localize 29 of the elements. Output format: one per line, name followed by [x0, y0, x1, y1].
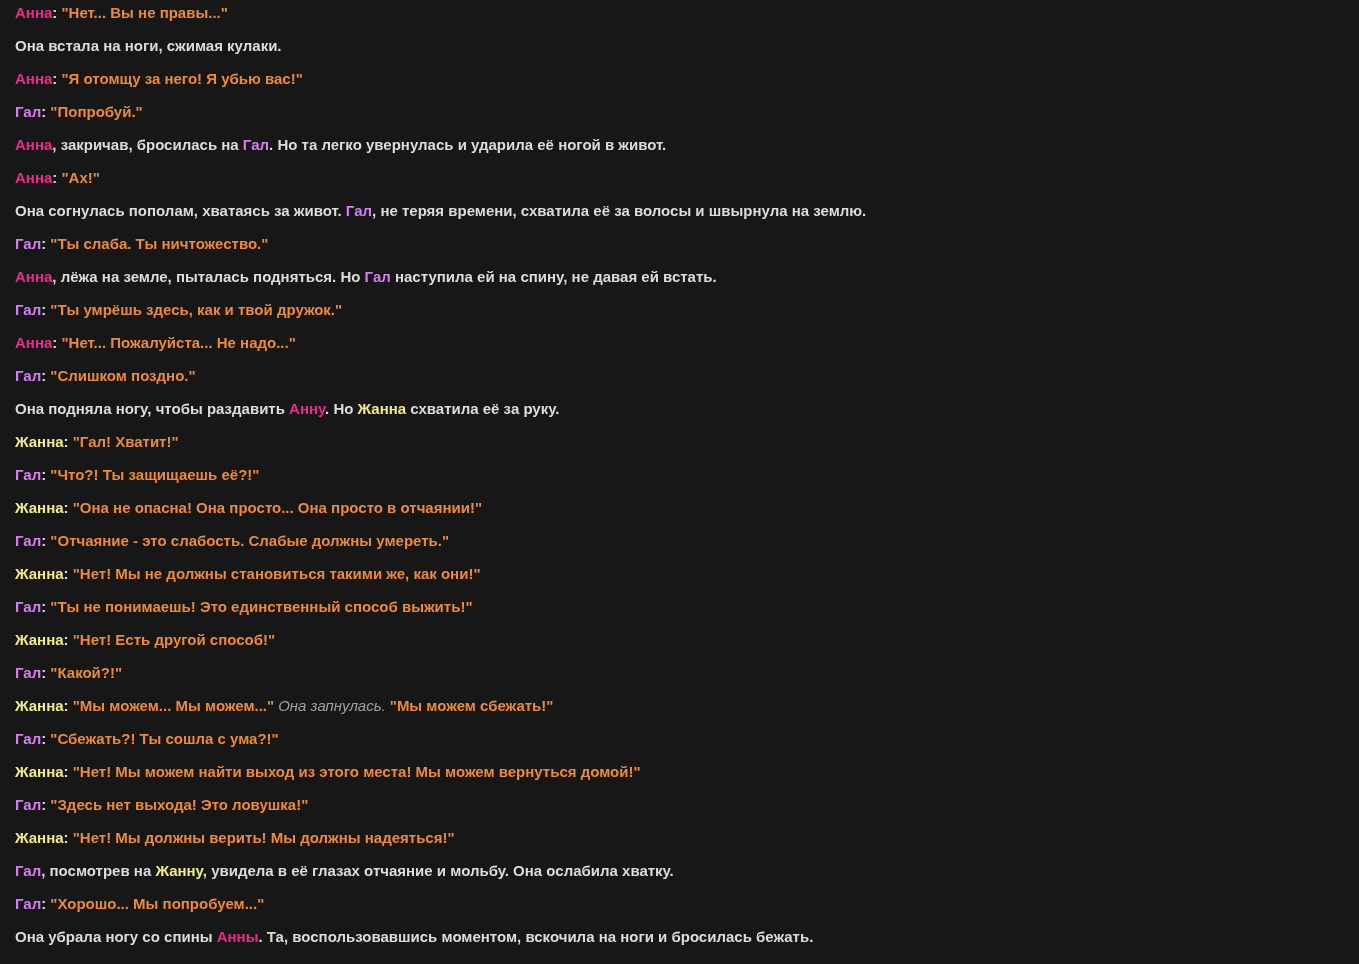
chat-line: Жанна: "Гал! Хватит!"	[15, 432, 180, 451]
chat-line: Гал: "Сбежать?! Ты сошла с ума?!"	[15, 729, 280, 748]
chat-line: Гал: "Отчаяние - это слабость. Слабые должны умереть."	[15, 531, 451, 550]
chat-line: Гал: "Попробуй."	[15, 102, 144, 121]
chat-line: Анна: "Ах!"	[15, 168, 101, 187]
chat-line: Жанна: "Она не опасна! Она просто... Она просто в отчаянии!"	[15, 498, 484, 517]
chat-line: Жанна: "Нет! Есть другой способ!"	[15, 630, 277, 649]
chat-line: Анна: "Нет... Пожалуйста... Не надо..."	[15, 333, 297, 352]
chat-line: Гал: "Хорошо... Мы попробуем..."	[15, 894, 266, 913]
chat-line: Анна: "Я отомщу за него! Я убью вас!"	[15, 69, 304, 88]
chat-line: Гал, посмотрев на Жанну, увидела в её глазах отчаяние и мольбу. Она ослабила хватку.	[15, 861, 675, 880]
chat-line: Анна, закричав, бросилась на Гал. Но та легко увернулась и ударила её ногой в живот.	[15, 135, 668, 154]
chat-line: Гал: "Что?! Ты защищаешь её?!"	[15, 465, 261, 484]
chat-line: Она согнулась пополам, хватаясь за живот. Гал, не теряя времени, схватила её за волосы и швырнула на землю.	[15, 201, 868, 220]
chat-line: Жанна: "Мы можем... Мы можем..." Она запнулась. "Мы можем сбежать!"	[15, 696, 555, 715]
chat-line: Она встала на ноги, сжимая кулаки.	[15, 36, 283, 55]
chat-line: Гал: "Ты слаба. Ты ничтожество."	[15, 234, 270, 253]
chat-line: Жанна: "Нет! Мы не должны становиться такими же, как они!"	[15, 564, 482, 583]
chat-line: Гал: "Слишком поздно."	[15, 366, 197, 385]
chat-line: Жанна: "Нет! Мы должны верить! Мы должны надеяться!"	[15, 828, 456, 847]
chat-line: Жанна: "Нет! Мы можем найти выход из этого места! Мы можем вернуться домой!"	[15, 762, 642, 781]
chat-line: Она убрала ногу со спины Анны. Та, воспользовавшись моментом, вскочила на ноги и бросилась бежать.	[15, 927, 815, 946]
chat-line: Она подняла ногу, чтобы раздавить Анну. Но Жанна схватила её за руку.	[15, 399, 561, 418]
chat-line: Анна: "Нет... Вы не правы..."	[15, 3, 229, 22]
chat-line: Гал: "Здесь нет выхода! Это ловушка!"	[15, 795, 310, 814]
chat-line: Анна, лёжа на земле, пыталась подняться. Но Гал наступила ей на спину, не давая ей встать.	[15, 267, 718, 286]
chat-line: Гал: "Какой?!"	[15, 663, 124, 682]
chat-line: Гал: "Ты не понимаешь! Это единственный способ выжить!"	[15, 597, 474, 616]
chat-line: Гал: "Ты умрёшь здесь, как и твой дружок."	[15, 300, 344, 319]
